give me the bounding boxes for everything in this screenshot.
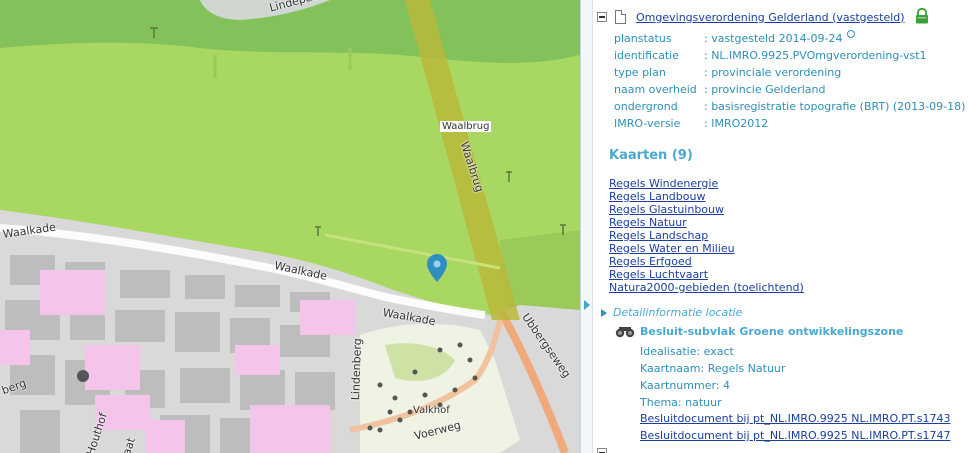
metadata-key: IMRO-versie: [614, 117, 681, 130]
panel-splitter[interactable]: [580, 0, 593, 453]
info-icon[interactable]: [846, 30, 855, 38]
kaart-link[interactable]: Regels Landschap: [609, 229, 804, 242]
kaarten-heading: Kaarten (9): [609, 148, 693, 163]
place-label-valkhof: Valkhof: [413, 405, 450, 416]
bridge-label-horizontal: Waalbrug: [440, 121, 492, 132]
expand-arrow-icon[interactable]: [584, 300, 590, 310]
besluitdocument-link[interactable]: Besluitdocument bij pt_NL.IMRO.9925 NL.I…: [640, 427, 950, 444]
detail-title: Detailinformatie locatie: [613, 306, 743, 319]
metadata-row: naam overheid : provincie Gelderland: [614, 81, 965, 98]
kaart-link[interactable]: Natura2000-gebieden (toelichtend): [609, 281, 804, 294]
kaart-link[interactable]: Regels Water en Milieu: [609, 242, 804, 255]
metadata-key: identificatie: [614, 49, 680, 62]
metadata-value: : IMRO2012: [704, 117, 769, 130]
collapse-toggle-icon[interactable]: [597, 12, 607, 22]
besluit-meta-row: Kaartnaam: Regels Natuur: [640, 362, 786, 375]
document-icon: [615, 10, 626, 24]
besluit-header: Besluit-subvlak Groene ontwikkelingszone: [615, 325, 903, 338]
besluitdocument-link[interactable]: Besluitdocument bij pt_NL.IMRO.9925 NL.I…: [640, 410, 950, 427]
detail-section-header[interactable]: Detailinformatie locatie: [601, 306, 742, 319]
plan-header: Omgevingsverordening Gelderland (vastges…: [597, 10, 905, 24]
metadata-key: type plan: [614, 66, 666, 79]
expand-arrow-icon[interactable]: [601, 308, 607, 317]
besluit-meta-row: Kaartnummer: 4: [640, 379, 731, 392]
kaart-link[interactable]: Regels Glastuinbouw: [609, 203, 804, 216]
plan-title-link[interactable]: Omgevingsverordening Gelderland (vastges…: [636, 11, 905, 24]
kaart-link[interactable]: Regels Landbouw: [609, 190, 804, 203]
collapse-toggle-icon[interactable]: [597, 448, 607, 453]
map-canvas[interactable]: [0, 0, 580, 453]
besluit-meta-row: Thema: natuur: [640, 396, 722, 409]
info-panel: Omgevingsverordening Gelderland (vastges…: [593, 0, 968, 453]
kaart-link[interactable]: Regels Windenergie: [609, 177, 804, 190]
besluit-title: Besluit-subvlak Groene ontwikkelingszone: [640, 325, 904, 338]
metadata-key: ondergrond: [614, 100, 678, 113]
metadata-key: planstatus: [614, 32, 672, 45]
kaart-link[interactable]: Regels Natuur: [609, 216, 804, 229]
metadata-value: : NL.IMRO.9925.PVOmgverordening-vst1: [704, 49, 927, 62]
metadata-value: : basisregistratie topografie (BRT) (201…: [704, 100, 966, 113]
map-view[interactable]: Lindepad Waalbrug Waalbrug Waalkade Waal…: [0, 0, 580, 453]
metadata-row: type plan : provinciale verordening: [614, 64, 965, 81]
metadata-value: : vastgesteld 2014-09-24: [704, 32, 843, 45]
map-pin-icon[interactable]: [427, 254, 447, 282]
metadata-value: : provincie Gelderland: [704, 83, 826, 96]
next-section-row: [597, 448, 797, 453]
metadata-row: planstatus : vastgesteld 2014-09-24: [614, 30, 965, 47]
street-label-lindenberg: Lindenberg: [349, 338, 365, 401]
metadata-value: : provinciale verordening: [704, 66, 842, 79]
kaart-link[interactable]: Regels Erfgoed: [609, 255, 804, 268]
metadata-row: ondergrond : basisregistratie topografie …: [614, 98, 965, 115]
plan-metadata: planstatus : vastgesteld 2014-09-24 identi…: [614, 30, 965, 132]
metadata-key: naam overheid: [614, 83, 697, 96]
kaart-link[interactable]: Regels Luchtvaart: [609, 268, 804, 281]
besluit-meta-row: Idealisatie: exact: [640, 345, 734, 358]
besluit-metadata: Idealisatie: exact Kaartnaam: Regels Natu…: [640, 343, 785, 411]
app-root: Lindepad Waalbrug Waalbrug Waalkade Waal…: [0, 0, 968, 453]
church-dot: [77, 370, 89, 382]
besluit-document-links: Besluitdocument bij pt_NL.IMRO.9925 NL.I…: [640, 410, 950, 444]
lock-icon: [916, 8, 928, 24]
kaarten-list: Regels Windenergie Regels Landbouw Regels …: [609, 177, 804, 294]
binoculars-icon: [615, 326, 635, 337]
metadata-row: IMRO-versie : IMRO2012: [614, 115, 965, 132]
metadata-row: identificatie : NL.IMRO.9925.PVOmgverorde…: [614, 47, 965, 64]
